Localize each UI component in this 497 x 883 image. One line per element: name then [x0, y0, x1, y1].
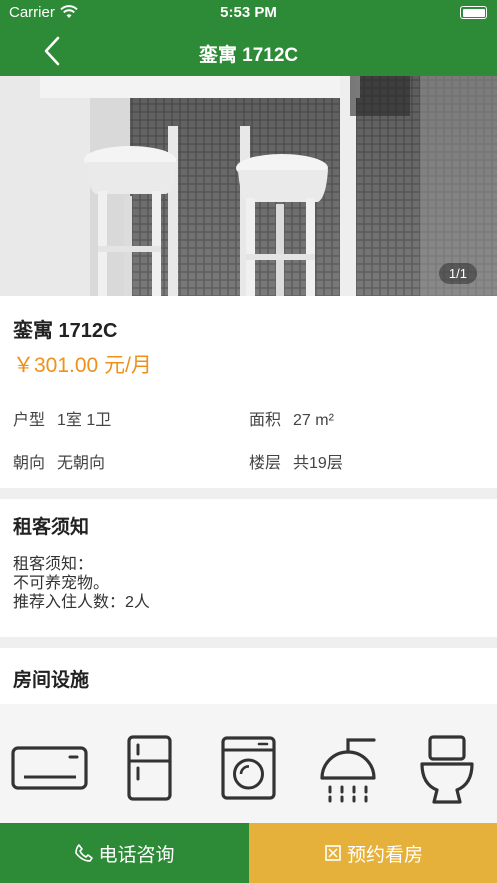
- section-title: 租客须知: [13, 517, 90, 538]
- spec-value: 共19层: [293, 455, 343, 472]
- battery-icon: [460, 6, 487, 19]
- spec-area: 面积 27 m²: [249, 406, 334, 430]
- spec-key: 面积: [249, 412, 282, 429]
- air-conditioner-icon: [11, 746, 88, 790]
- spec-value: 27 m²: [293, 412, 334, 429]
- facilities-icons: [0, 704, 497, 823]
- toilet-icon: [420, 735, 474, 804]
- tenant-notice-section: 租客须知 租客须知： 不可养宠物。 推荐入住人数：2人: [0, 499, 497, 637]
- book-viewing-label: 预约看房: [346, 844, 423, 866]
- listing-name: 銮寓 1712C: [13, 320, 118, 342]
- nav-bar: 銮寓 1712C: [0, 26, 497, 76]
- spec-value: 无朝向: [57, 455, 106, 472]
- phone-consult-button[interactable]: 电话咨询: [0, 823, 249, 883]
- phone-icon: [75, 844, 94, 862]
- status-bar: Carrier 5:53 PM: [0, 0, 497, 26]
- spec-key: 户型: [13, 412, 46, 429]
- spec-key: 朝向: [13, 455, 46, 472]
- facilities-section: 房间设施: [0, 648, 497, 704]
- spec-orientation: 朝向 无朝向: [13, 449, 105, 473]
- page-title: 銮寓 1712C: [198, 45, 299, 66]
- refrigerator-icon: [127, 735, 172, 801]
- shower-icon: [320, 738, 376, 803]
- room-photo-image: [0, 76, 497, 296]
- book-viewing-button[interactable]: 预约看房: [249, 823, 497, 883]
- spec-layout: 户型 1室 1卫: [13, 406, 111, 430]
- spec-key: 楼层: [249, 455, 282, 472]
- washing-machine-icon: [221, 736, 276, 800]
- photo-counter: 1/1: [438, 263, 477, 284]
- calendar-icon: [325, 845, 341, 861]
- room-photo[interactable]: 1/1: [0, 76, 497, 296]
- listing-price: ￥301.00 元/月: [13, 354, 152, 377]
- notice-line: 不可养宠物。: [13, 575, 110, 592]
- notice-line: 推荐入住人数：2人: [13, 594, 150, 611]
- clock: 5:53 PM: [220, 4, 277, 21]
- spec-value: 1室 1卫: [57, 412, 112, 429]
- spec-floor: 楼层 共19层: [249, 449, 343, 473]
- section-title: 房间设施: [13, 670, 90, 691]
- notice-body: 租客须知： 不可养宠物。 推荐入住人数：2人: [13, 555, 150, 612]
- notice-line: 租客须知：: [13, 556, 94, 573]
- listing-info-card: 銮寓 1712C ￥301.00 元/月 户型 1室 1卫 面积 27 m² 朝向无…: [0, 296, 497, 488]
- phone-consult-label: 电话咨询: [98, 844, 175, 866]
- bottom-action-bar: 电话咨询 预约看房: [0, 823, 497, 883]
